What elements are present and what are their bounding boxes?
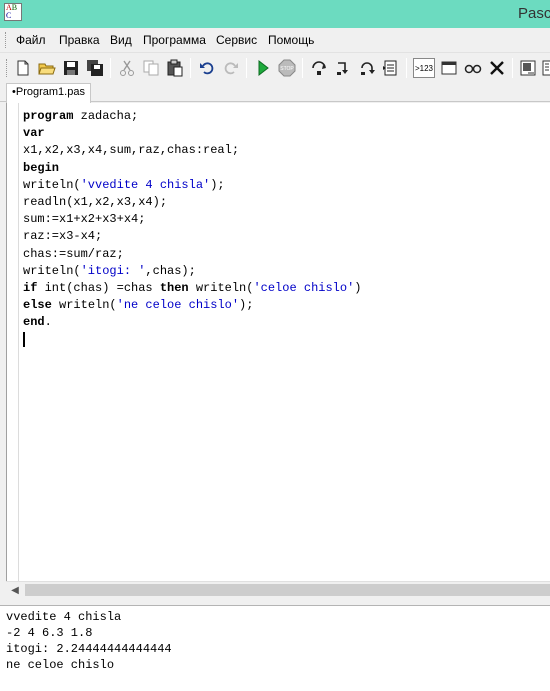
output-line: -2 4 6.3 1.8	[6, 626, 93, 640]
menu-edit[interactable]: Правка	[59, 33, 100, 47]
window-icon[interactable]	[439, 58, 459, 78]
code-keyword: end	[23, 315, 45, 330]
pane-splitter[interactable]	[0, 598, 550, 606]
scroll-left-arrow-icon[interactable]: ◀	[8, 583, 22, 597]
code-token: )	[354, 280, 362, 295]
output-numbers-label: >123	[414, 63, 434, 73]
code-line: writeln('vvedite 4 chisla');	[23, 177, 361, 194]
paste-icon[interactable]	[165, 58, 185, 78]
close-x-icon[interactable]	[487, 58, 507, 78]
toolbar-separator	[302, 58, 303, 78]
code-token: sum:=x1+x2+x3+x4;	[23, 212, 146, 227]
app-logo-icon[interactable]: AB C	[4, 3, 22, 21]
code-token: ,chas);	[145, 263, 196, 278]
svg-text:STOP: STOP	[280, 66, 294, 72]
code-token: zadacha;	[73, 109, 139, 123]
window-title: Pasca	[518, 5, 550, 22]
code-line: chas:=sum/raz;	[23, 246, 361, 263]
code-text[interactable]: program zadacha; var x1,x2,x3,x4,sum,raz,c…	[23, 108, 361, 349]
debug-icon[interactable]	[518, 58, 538, 78]
code-line: begin	[23, 160, 361, 177]
step-into-icon[interactable]	[333, 58, 353, 78]
code-line: x1,x2,x3,x4,sum,raz,chas:real;	[23, 142, 361, 159]
gutter-line	[18, 103, 19, 581]
code-token: raz:=x3-x4;	[23, 229, 103, 244]
menu-help[interactable]: Помощь	[268, 33, 314, 47]
run-icon[interactable]	[253, 58, 273, 78]
output-line: vvedite 4 chisla	[6, 610, 122, 624]
code-editor[interactable]: program zadacha; var x1,x2,x3,x4,sum,raz,c…	[6, 103, 550, 599]
output-line: itogi: 2.24444444444444	[6, 642, 172, 656]
save-icon[interactable]	[61, 58, 81, 78]
code-token: readln(x1,x2,x3,x4);	[23, 194, 168, 209]
code-line: sum:=x1+x2+x3+x4;	[23, 211, 361, 228]
code-line: writeln('itogi: ',chas);	[23, 263, 361, 280]
code-token: writeln(	[51, 298, 117, 313]
code-string: 'itogi: '	[80, 263, 146, 278]
menu-program[interactable]: Программа	[143, 33, 206, 47]
code-token: x1,x2,x3,x4,sum,raz,chas:real;	[23, 143, 240, 158]
save-all-icon[interactable]	[85, 58, 105, 78]
toolbar-separator	[190, 58, 191, 78]
toolbar-separator	[406, 58, 407, 78]
watch-icon[interactable]	[381, 58, 401, 78]
text-caret	[23, 331, 25, 347]
code-line: end.	[23, 314, 361, 331]
tab-program1[interactable]: •Program1.pas	[6, 83, 91, 103]
toolbar-separator	[512, 58, 513, 78]
tab-strip: •Program1.pas	[0, 82, 550, 103]
cut-icon[interactable]	[117, 58, 137, 78]
code-line: var	[23, 125, 361, 142]
code-token: .	[44, 315, 52, 330]
code-keyword: if	[23, 280, 38, 295]
code-line: program zadacha;	[23, 108, 361, 125]
undo-icon[interactable]	[197, 58, 217, 78]
menu-bar: Файл Правка Вид Программа Сервис Помощь	[0, 28, 550, 52]
code-token: writeln(	[23, 263, 81, 278]
code-keyword: else	[23, 298, 52, 313]
menu-grip	[5, 32, 8, 48]
code-line: else writeln('ne celoe chislo');	[23, 297, 361, 314]
code-line: if int(chas) =chas then writeln('celoe c…	[23, 280, 361, 297]
open-folder-icon[interactable]	[37, 58, 57, 78]
title-bar: ABC Pasca	[0, 0, 550, 28]
glasses-icon[interactable]	[463, 58, 483, 78]
toolbar-separator	[246, 58, 247, 78]
toolbar: STOP >123	[0, 52, 550, 82]
code-keyword: program	[23, 109, 74, 123]
output-line: ne celoe chislo	[6, 658, 115, 672]
compile-icon[interactable]	[541, 58, 550, 78]
toolbar-separator	[110, 58, 111, 78]
code-string: 'celoe chislo'	[253, 280, 355, 295]
scrollbar-thumb[interactable]	[25, 584, 550, 596]
output-pane[interactable]: vvedite 4 chisla -2 4 6.3 1.8 itogi: 2.2…	[0, 606, 550, 691]
output-numbers-icon[interactable]: >123	[413, 58, 435, 78]
menu-file[interactable]: Файл	[16, 33, 46, 47]
code-line: readln(x1,x2,x3,x4);	[23, 194, 361, 211]
code-keyword: then	[159, 280, 189, 295]
code-line	[23, 331, 361, 348]
stop-icon[interactable]: STOP	[277, 58, 297, 78]
new-file-icon[interactable]	[13, 58, 33, 78]
toolbar-grip	[6, 59, 9, 77]
copy-icon[interactable]	[141, 58, 161, 78]
horizontal-scrollbar[interactable]: ◀	[6, 581, 550, 598]
menu-view[interactable]: Вид	[110, 33, 132, 47]
code-token: writeln(	[188, 280, 254, 295]
code-token: );	[239, 298, 254, 313]
code-string: 'ne celoe chislo'	[116, 298, 240, 313]
step-out-icon[interactable]	[357, 58, 377, 78]
code-line: raz:=x3-x4;	[23, 228, 361, 245]
menu-service[interactable]: Сервис	[216, 33, 257, 47]
code-keyword: begin	[23, 160, 60, 175]
redo-icon[interactable]	[221, 58, 241, 78]
code-token: writeln(	[23, 177, 81, 192]
code-token: int(chas) =chas	[37, 280, 160, 295]
code-token: );	[210, 177, 225, 192]
code-token: chas:=sum/raz;	[23, 246, 124, 261]
code-string: 'vvedite 4 chisla'	[80, 177, 211, 192]
code-keyword: var	[23, 126, 45, 141]
step-over-icon[interactable]	[309, 58, 329, 78]
